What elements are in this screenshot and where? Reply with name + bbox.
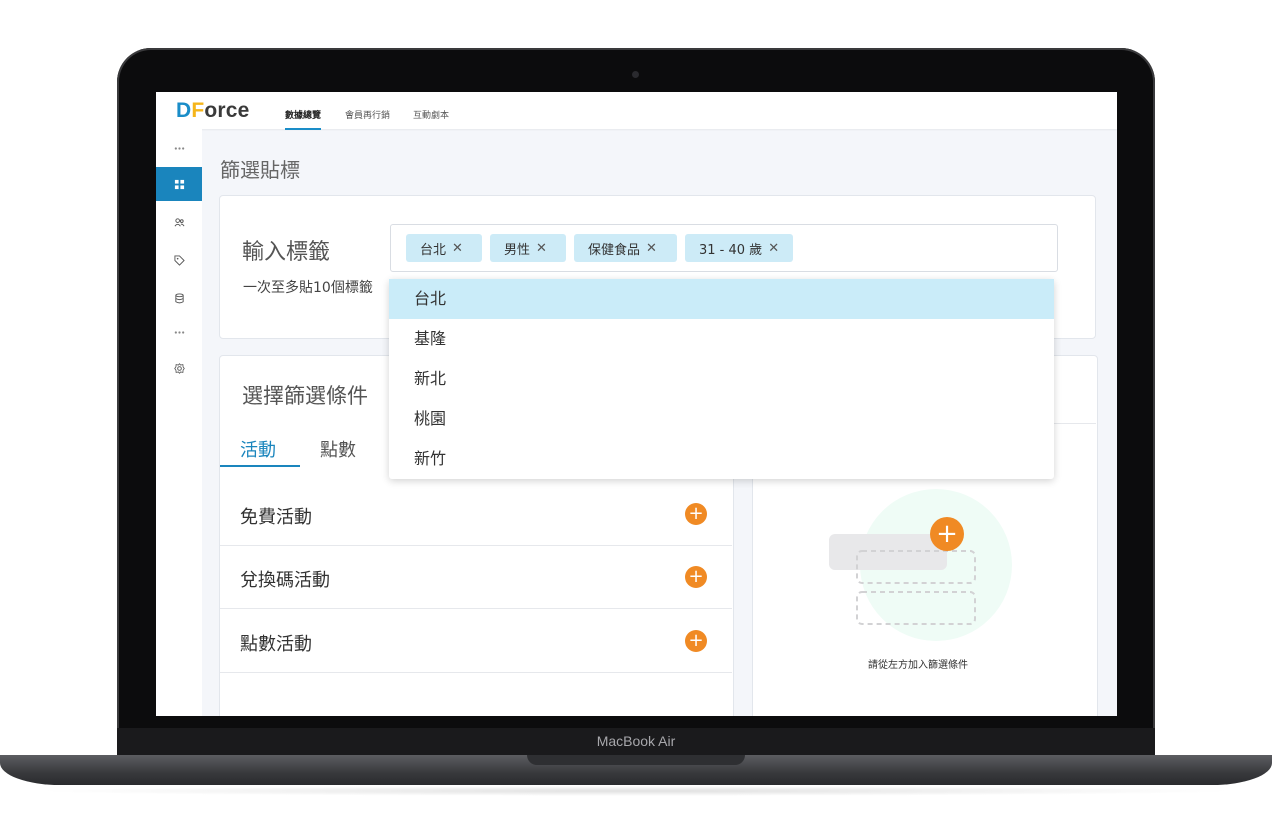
dashboard-icon[interactable] [156,167,202,201]
nav-tab-remarketing[interactable]: 會員再行銷 [345,108,390,128]
tag-chip-label: 保健食品 [588,242,641,258]
active-tab-underline [220,465,300,467]
dropdown-option[interactable]: 新竹 [389,439,1054,479]
tag-chip: 31 - 40 歲 ✕ [685,234,793,262]
dforce-logo[interactable]: DForce [176,99,250,123]
add-icon[interactable]: + [685,503,707,525]
activity-label: 免費活動 [240,507,312,528]
close-icon[interactable]: ✕ [646,241,657,256]
logo-letter-f: F [191,99,205,122]
database-icon[interactable] [156,281,202,315]
app-screen: DForce 數據總覽 會員再行銷 互動劇本 篩選貼標 輸入標籤 一次至多貼10 [156,92,1117,716]
add-icon[interactable]: + [685,566,707,588]
list-item: 兌換碼活動 + [220,546,732,609]
activity-label: 兌換碼活動 [240,570,330,591]
laptop-shadow [30,786,1242,796]
tag-chip: 保健食品 ✕ [574,234,677,262]
laptop-notch [527,755,745,765]
camera-dot [632,71,639,78]
add-icon[interactable]: + [685,630,707,652]
activity-label: 點數活動 [240,634,312,655]
nav-tab-scripts[interactable]: 互動劇本 [413,108,449,128]
filter-title: 選擇篩選條件 [242,384,368,408]
empty-state-illustration [829,489,1012,641]
logo-text-rest: orce [204,99,250,122]
users-icon[interactable] [156,205,202,239]
empty-state-caption: 請從左方加入篩選條件 [868,660,968,671]
top-bar: DForce 數據總覽 會員再行銷 互動劇本 [156,92,1117,130]
tag-chip-label: 31 - 40 歲 [699,242,763,258]
tag-suggestion-dropdown: 台北 基隆 新北 桃園 新竹 [389,279,1054,479]
close-icon[interactable]: ✕ [768,241,779,256]
tab-activities[interactable]: 活動 [240,436,276,466]
list-item: 點數活動 + [220,610,732,673]
dropdown-option[interactable]: 桃園 [389,399,1054,439]
tag-chip-label: 台北 [420,242,447,258]
settings-icon[interactable] [156,351,202,385]
close-icon[interactable]: ✕ [452,241,463,256]
list-item: 免費活動 + [220,483,732,546]
logo-letter-d: D [176,99,192,122]
tag-input-field[interactable]: 台北 ✕ 男性 ✕ 保健食品 ✕ 31 - 40 歲 ✕ [390,224,1058,272]
more-icon[interactable] [156,131,202,165]
tag-input-label: 輸入標籤 [242,240,331,265]
tag-chip-label: 男性 [504,242,531,258]
tag-icon[interactable] [156,243,202,277]
tag-input-hint: 一次至多貼10個標籤 [243,280,373,296]
nav-tab-overview[interactable]: 數據總覽 [285,108,322,130]
more-icon[interactable] [156,315,202,349]
dropdown-option[interactable]: 基隆 [389,319,1054,359]
add-icon[interactable]: + [930,517,964,551]
page-title: 篩選貼標 [220,158,300,182]
dropdown-option[interactable]: 新北 [389,359,1054,399]
tab-points[interactable]: 點數 [320,436,356,466]
laptop-chin: MacBook Air [117,728,1155,756]
device-label: MacBook Air [596,733,676,749]
tag-chip: 男性 ✕ [490,234,566,262]
dropdown-option[interactable]: 台北 [389,279,1054,319]
close-icon[interactable]: ✕ [536,241,547,256]
tag-chip: 台北 ✕ [406,234,482,262]
sidebar [156,129,202,716]
